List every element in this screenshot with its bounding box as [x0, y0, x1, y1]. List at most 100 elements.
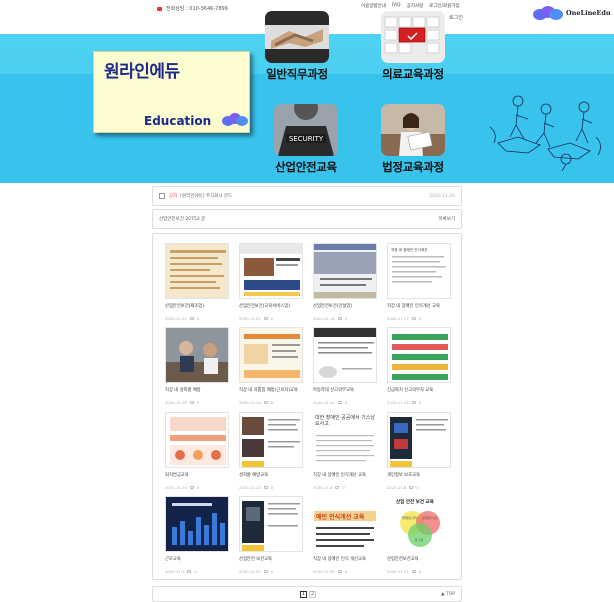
- post-card[interactable]: 산업안전보건(제조업) 2020.11.22 0: [165, 243, 229, 321]
- post-card[interactable]: 아동학대 신고의무교육 2020.11.11 0: [313, 327, 377, 405]
- post-card[interactable]: 개인정보 보호교육 2020.11.8 0: [387, 412, 451, 490]
- post-date: 2020.11.16: [165, 400, 187, 405]
- post-thumbnail: 직장 내 장애인 인식개선: [387, 243, 451, 299]
- post-title[interactable]: 성희롱 예방교육: [239, 472, 303, 478]
- comment-icon: [189, 401, 194, 404]
- post-title[interactable]: 근로교육: [165, 556, 229, 562]
- post-date: 2020.11.11: [387, 400, 409, 405]
- post-meta: 2020.11.31 0: [239, 569, 303, 574]
- post-meta: 2020.11.30 0: [313, 569, 377, 574]
- category-label: 의료교육과정: [382, 67, 444, 81]
- notice-date: 2020.11.24: [429, 193, 455, 199]
- comment-icon: [263, 401, 268, 404]
- post-title[interactable]: 퇴직연금교육: [165, 472, 229, 478]
- post-thumbnail: [239, 243, 303, 299]
- site-logo[interactable]: OneLineEdu: [533, 6, 611, 20]
- comment-icon: [337, 570, 342, 573]
- post-grid: 산업안전보건(제조업) 2020.11.22 0 산업안전보건(교육서비스업) 2…: [152, 233, 462, 580]
- post-card[interactable]: 근로교육 2020.11.3 0: [165, 496, 229, 574]
- post-title[interactable]: 직장 내 성희롱 예방: [165, 387, 229, 393]
- keyboard-red-key-photo-icon: [381, 11, 445, 63]
- post-meta: 2020.11.8 0: [387, 485, 451, 490]
- hero-banner: 전화상담 : 010-3646-7899 이용방법안내 FAQ 공지사항 로그인…: [0, 0, 614, 183]
- comment-count: 0: [418, 316, 422, 321]
- pagination: 1 2 ▲ TOP: [152, 586, 462, 602]
- tagline-text: 전화상담 : 010-3646-7899: [166, 6, 228, 12]
- post-card[interactable]: 산업안전 보건교육 2020.11.31 0: [239, 496, 303, 574]
- venn-label: 산업안전 보건: [422, 517, 438, 520]
- post-card[interactable]: 대한 장애인 공공에서 기스낭 요사고 직장 내 장애인 인식개선 교육 202…: [313, 412, 377, 490]
- post-title[interactable]: 산업안전보건(교육서비스업): [239, 303, 303, 309]
- comment-icon: [263, 317, 268, 320]
- post-date: 2020.11.31: [239, 569, 261, 574]
- comment-count: 0: [418, 569, 422, 574]
- post-thumbnail: 애인 인식개선 교육: [313, 496, 377, 552]
- post-thumbnail: [387, 327, 451, 383]
- post-thumbnail: [165, 243, 229, 299]
- category-safety[interactable]: SECURITY 산업안전교육: [274, 104, 338, 175]
- category-general[interactable]: 일반직무과정: [265, 11, 329, 82]
- comment-icon: [411, 570, 416, 573]
- post-title[interactable]: 산업안전보건교육: [387, 556, 451, 562]
- post-title[interactable]: 개인정보 보호교육: [387, 472, 451, 478]
- comment-icon: [337, 317, 342, 320]
- post-title[interactable]: 산업안전보건(건설업): [313, 303, 377, 309]
- comment-count: 0: [270, 569, 274, 574]
- post-card[interactable]: 직장 내 성희롱 예방 2020.11.16 0: [165, 327, 229, 405]
- scroll-top-button[interactable]: ▲ TOP: [441, 592, 455, 597]
- comment-icon: [189, 486, 194, 489]
- notice-title[interactable]: [원라인에듀] 주식회사 찬드: [180, 193, 429, 199]
- post-date: 2020.11.22: [165, 316, 187, 321]
- post-thumbnail: [165, 327, 229, 383]
- post-date: 2020.11.8: [387, 485, 407, 490]
- post-title[interactable]: 직장 내 괴롭힘 예방(근로자)교육: [239, 387, 303, 393]
- category-legal[interactable]: 법정교육과정: [381, 104, 445, 175]
- post-thumbnail: 대한 장애인 공공에서 기스낭 요사고: [313, 412, 377, 468]
- post-meta: 2020.11.9 0: [313, 485, 377, 490]
- top-link-faq[interactable]: FAQ: [392, 3, 401, 9]
- post-thumbnail: [313, 327, 377, 383]
- post-date: 2020.11.14: [239, 400, 261, 405]
- top-link-guide[interactable]: 이용방법안내: [361, 3, 386, 9]
- post-title[interactable]: 산업안전보건(제조업): [165, 303, 229, 309]
- post-title[interactable]: 긴급복지 신고의무자 교육: [387, 387, 451, 393]
- post-card[interactable]: 애인 인식개선 교육 직장 내 장애인 인식 개선교육 2020.11.30 0: [313, 496, 377, 574]
- post-thumbnail: [165, 412, 229, 468]
- login-link[interactable]: 로그인: [449, 14, 463, 21]
- post-card[interactable]: 산업안전보건(교육서비스업) 2020.11.21 0: [239, 243, 303, 321]
- post-card[interactable]: 산업 안전 보건 교육 작업환경 관리 산업안전 보건 법 교육 산업안전보건교…: [387, 496, 451, 574]
- comment-icon: [335, 486, 340, 489]
- comment-count: 0: [270, 485, 274, 490]
- post-meta: 2020.11.10 0: [239, 485, 303, 490]
- notice-bar[interactable]: 공지 [원라인에듀] 주식회사 찬드 2020.11.24: [152, 186, 462, 206]
- post-card[interactable]: 직장 내 장애인 인식개선 직장 내 장애인 인식개선 교육 2020.11.1…: [387, 243, 451, 321]
- cloud-logo-icon: [533, 6, 563, 20]
- post-meta: 2020.11.21 0: [387, 569, 451, 574]
- post-title[interactable]: 직장 내 장애인 인식개선 교육: [313, 472, 377, 478]
- brand-title-kr: 원라인에듀: [104, 62, 180, 82]
- post-date: 2020.11.18: [313, 316, 335, 321]
- post-card[interactable]: 직장 내 괴롭힘 예방(근로자)교육 2020.11.14 0: [239, 327, 303, 405]
- post-thumbnail: [239, 412, 303, 468]
- post-card[interactable]: 성희롱 예방교육 2020.11.10 0: [239, 412, 303, 490]
- post-date: 2020.11.9: [313, 485, 333, 490]
- post-meta: 2020.11.10 0: [165, 485, 229, 490]
- top-link-signup[interactable]: 로그인/회원가입: [429, 3, 460, 9]
- post-date: 2020.11.10: [165, 485, 187, 490]
- post-meta: 2020.11.11 0: [313, 400, 377, 405]
- post-title[interactable]: 산업안전 보건교육: [239, 556, 303, 562]
- list-view-button[interactable]: 목록보기: [438, 216, 455, 222]
- post-meta: 2020.11.17 0: [387, 316, 451, 321]
- top-link-notice[interactable]: 공지사항: [407, 3, 424, 9]
- comment-count: 0: [270, 316, 274, 321]
- post-card[interactable]: 퇴직연금교육 2020.11.10 0: [165, 412, 229, 490]
- post-title[interactable]: 직장 내 장애인 인식 개선교육: [313, 556, 377, 562]
- post-meta: 2020.11.14 0: [239, 400, 303, 405]
- post-card[interactable]: 산업안전보건(건설업) 2020.11.18 0: [313, 243, 377, 321]
- post-title[interactable]: 직장 내 장애인 인식개선 교육: [387, 303, 451, 309]
- post-card[interactable]: 긴급복지 신고의무자 교육 2020.11.11 0: [387, 327, 451, 405]
- venn-label: 법 교육: [415, 539, 423, 542]
- brand-title-en: Education: [144, 114, 212, 128]
- category-medical[interactable]: 의료교육과정: [381, 11, 445, 82]
- post-title[interactable]: 아동학대 신고의무교육: [313, 387, 377, 393]
